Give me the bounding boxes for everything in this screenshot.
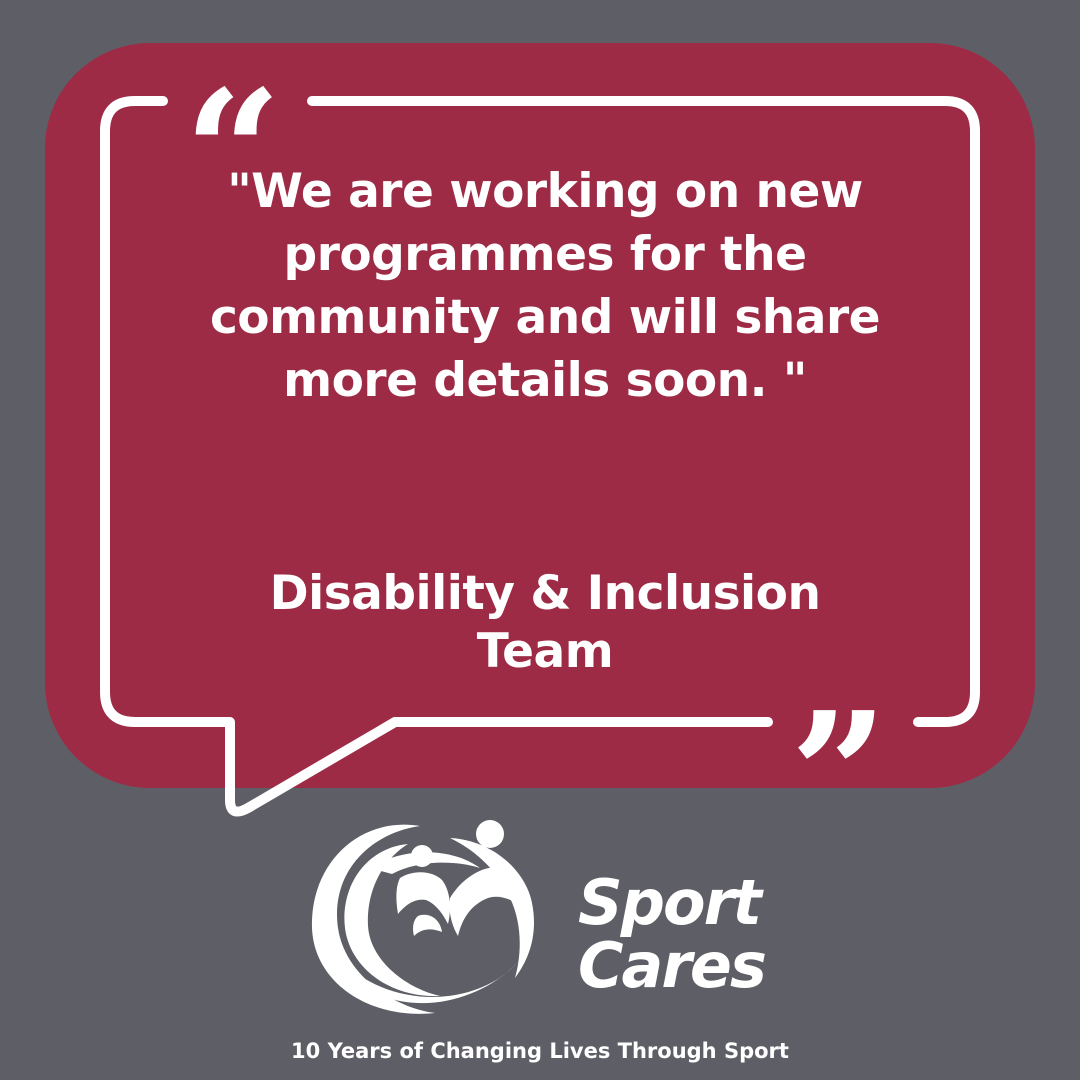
quote-line: programmes for the [283,227,807,282]
attribution-line: Disability & Inclusion [269,566,821,621]
brand-name-line2: Cares [578,929,767,1002]
quote-line: more details soon. " [283,353,807,408]
quote-text: "We are working on new programmes for th… [150,160,940,412]
brand-name-line1: Sport [578,866,762,939]
close-quote-icon: ” [790,675,888,875]
quote-line: "We are working on new [227,164,863,219]
attribution: Disability & Inclusion Team [150,565,940,681]
sport-cares-figures-logo-icon [311,820,535,1014]
attribution-line: Team [476,624,614,679]
quote-line: community and will share [209,290,881,345]
tagline: 10 Years of Changing Lives Through Sport [291,1039,789,1063]
